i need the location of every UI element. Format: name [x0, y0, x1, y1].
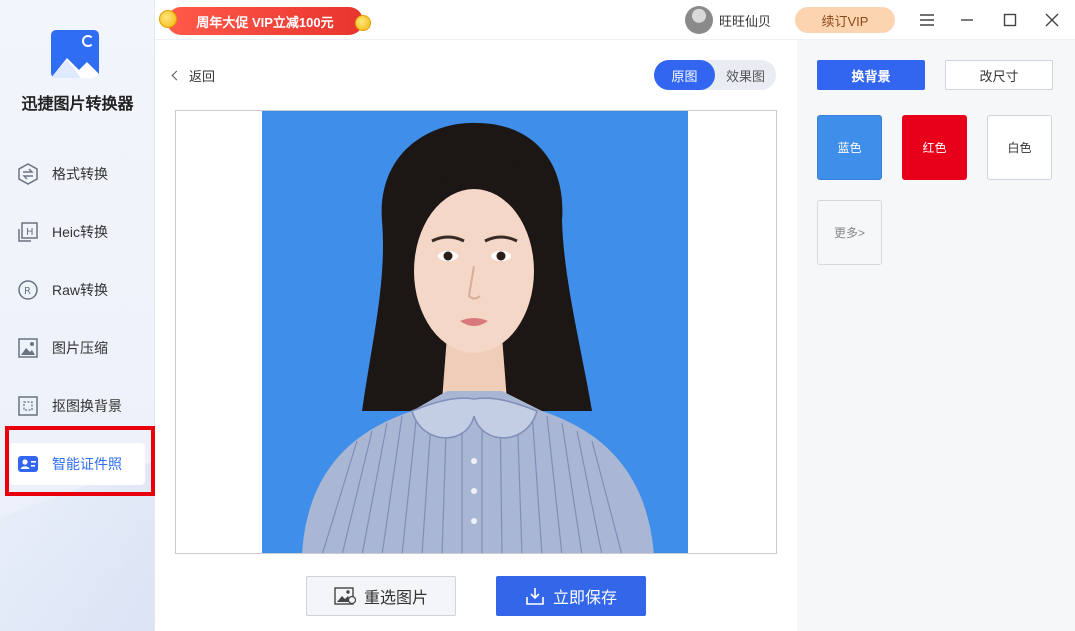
close-button[interactable]	[1040, 8, 1064, 32]
sidebar-item-format-convert[interactable]: 格式转换	[10, 153, 145, 195]
view-toggle: 原图 效果图	[654, 60, 776, 90]
save-now-button[interactable]: 立即保存	[496, 576, 646, 616]
tab-resize[interactable]: 改尺寸	[945, 60, 1053, 90]
promo-text: 周年大促 VIP立减100元	[196, 14, 334, 30]
menu-button[interactable]	[915, 8, 939, 32]
user-account[interactable]: 旺旺仙贝	[685, 6, 771, 34]
more-label: 更多>	[833, 226, 865, 240]
sidebar-item-heic[interactable]: H Heic转换	[10, 211, 145, 253]
maximize-button[interactable]	[998, 8, 1022, 32]
settings-panel: 换背景 改尺寸 蓝色 红色 白色 更多>	[797, 40, 1075, 631]
sidebar-item-label: Raw转换	[52, 282, 109, 298]
tab-change-background[interactable]: 换背景	[817, 60, 925, 90]
save-label: 立即保存	[552, 590, 617, 607]
toggle-original[interactable]: 原图	[654, 60, 715, 90]
menu-icon	[920, 14, 934, 26]
renew-vip-label: 续订VIP	[821, 13, 869, 29]
back-button[interactable]: 返回	[171, 66, 216, 85]
mountain-icon	[51, 58, 99, 78]
refresh-icon	[82, 35, 94, 47]
image-preview	[175, 110, 777, 554]
coin-icon	[355, 15, 371, 31]
image-icon	[334, 586, 356, 606]
image-compress-icon	[16, 336, 40, 360]
sidebar-item-label: 图片压缩	[52, 340, 108, 356]
sidebar-item-label: 格式转换	[52, 166, 108, 182]
promo-banner[interactable]: 周年大促 VIP立减100元	[167, 7, 363, 35]
reselect-image-button[interactable]: 重选图片	[306, 576, 456, 616]
app-name: 迅捷图片转换器	[21, 96, 134, 113]
swatch-label: 蓝色	[837, 141, 862, 155]
svg-text:H: H	[26, 227, 34, 238]
cutout-icon	[16, 394, 40, 418]
app-logo	[51, 30, 99, 78]
reselect-label: 重选图片	[363, 590, 428, 607]
chevron-left-icon	[171, 70, 182, 81]
avatar	[685, 6, 713, 34]
renew-vip-button[interactable]: 续订VIP	[795, 7, 895, 33]
download-icon	[525, 586, 545, 606]
back-label: 返回	[189, 69, 216, 84]
maximize-icon	[1003, 13, 1017, 27]
title-bar: 周年大促 VIP立减100元 旺旺仙贝 续订VIP	[155, 0, 1075, 40]
heic-icon: H	[16, 220, 40, 244]
more-colors-button[interactable]: 更多>	[817, 200, 882, 265]
sidebar-item-label: Heic转换	[52, 224, 109, 240]
minimize-icon	[961, 19, 973, 21]
id-photo-icon	[16, 452, 40, 476]
raw-icon: R	[16, 278, 40, 302]
minimize-button[interactable]	[955, 8, 979, 32]
username: 旺旺仙贝	[719, 13, 772, 29]
svg-text:R: R	[24, 286, 31, 297]
color-swatch-white[interactable]: 白色	[987, 115, 1052, 180]
portrait-image	[302, 122, 654, 553]
sidebar-item-label: 智能证件照	[52, 456, 122, 472]
swatch-label: 白色	[1007, 141, 1032, 155]
color-swatch-red[interactable]: 红色	[902, 115, 967, 180]
sidebar-item-label: 抠图换背景	[52, 398, 122, 414]
main-panel: 返回 原图 效果图 重选图片 立即保存	[155, 40, 797, 631]
close-icon	[1045, 13, 1059, 27]
sidebar-item-compress[interactable]: 图片压缩	[10, 327, 145, 369]
sidebar-item-cutout[interactable]: 抠图换背景	[10, 385, 145, 427]
sidebar-item-raw[interactable]: R Raw转换	[10, 269, 145, 311]
toggle-result[interactable]: 效果图	[715, 60, 776, 90]
coin-icon	[159, 10, 177, 28]
sidebar: 迅捷图片转换器 格式转换 H Heic转换 R Raw转换 图片压缩 抠图换背景…	[0, 0, 155, 631]
color-swatch-blue[interactable]: 蓝色	[817, 115, 882, 180]
portrait-photo	[262, 111, 688, 553]
swatch-label: 红色	[922, 141, 947, 155]
format-convert-icon	[16, 162, 40, 186]
sidebar-item-id-photo[interactable]: 智能证件照	[10, 443, 145, 485]
